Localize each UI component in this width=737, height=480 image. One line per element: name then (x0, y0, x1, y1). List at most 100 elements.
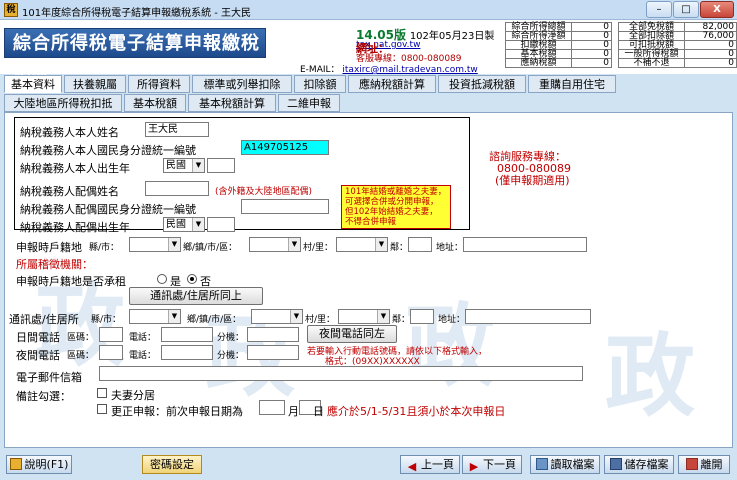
reg-county-select[interactable]: ▼ (129, 237, 181, 252)
app-icon: 稅 (4, 3, 18, 17)
reg-address-input[interactable] (463, 237, 587, 252)
remarks-label: 備註勾選： (16, 390, 71, 403)
email-field-input[interactable] (99, 366, 583, 381)
spouse-era-select[interactable]: 民國 ▼ (163, 217, 205, 232)
mail-address-input[interactable] (465, 309, 591, 324)
spouse-birth-label: 納稅義務人配偶出生年 (20, 221, 130, 234)
night-area-input[interactable] (99, 345, 123, 360)
chevron-down-icon: ▼ (375, 238, 387, 251)
taxpayer-name-input[interactable]: 王大民 (145, 122, 209, 137)
era-value: 民國 (166, 160, 186, 171)
mail-neighbor-input[interactable] (410, 309, 434, 324)
spouse-separate-label: 夫妻分居 (111, 389, 155, 402)
prev-page-button[interactable]: ◀ 上一頁 (400, 455, 460, 474)
marriage-notice: 101年結婚或離婚之夫妻， 可選擇合併或分開申報， 但102年始結婚之夫妻， 不… (341, 185, 451, 229)
day-phone-label: 日間電話 (16, 331, 60, 344)
tab-basic-info[interactable]: 基本資料 (4, 75, 62, 93)
reg-addr-label: 申報時戶籍地 (16, 241, 82, 254)
prev-label: 上一頁 (421, 458, 454, 471)
help-button[interactable]: 說明(F1) (6, 455, 72, 474)
tab-deductions[interactable]: 扣除額 (294, 75, 346, 93)
rent-no-radio[interactable] (187, 274, 197, 284)
summary-value: 0 (684, 58, 737, 68)
read-file-button[interactable]: 讀取檔案 (530, 455, 600, 474)
title-bar: 稅 101年度綜合所得稅電子結算申報繳稅系統 - 王大民 – □ X (0, 0, 737, 20)
reg-town-select[interactable]: ▼ (249, 237, 301, 252)
night-ext-input[interactable] (247, 345, 299, 360)
spouse-birth-year-input[interactable] (207, 217, 235, 232)
tab-basic-tax-calc[interactable]: 基本稅額計算 (188, 94, 276, 112)
night-phone-input[interactable] (161, 345, 213, 360)
tab-basic-tax[interactable]: 基本稅額 (124, 94, 186, 112)
night-phone-label: 夜間電話 (16, 349, 60, 362)
chevron-down-icon: ▼ (168, 310, 180, 323)
reg-county-label: 縣/市： (89, 243, 120, 253)
help-label: 說明(F1) (24, 458, 69, 471)
correction-note: 應介於5/1-5/31且須小於本次申報日 (327, 405, 506, 418)
tab-dependents[interactable]: 扶養親屬 (64, 75, 126, 93)
same-address-button[interactable]: 通訊處/住居所同上 (129, 287, 263, 305)
day-phone-num-label: 電話： (129, 333, 157, 343)
password-button[interactable]: 密碼設定 (142, 455, 202, 474)
spouse-id-label: 納稅義務人配偶國民身分證統一編號 (20, 203, 196, 216)
spouse-id-input[interactable] (241, 199, 329, 214)
taxpayer-birth-year-input[interactable] (207, 158, 235, 173)
mail-town-select[interactable]: ▼ (251, 309, 303, 324)
exit-button[interactable]: 離開 (678, 455, 730, 474)
read-label: 讀取檔案 (550, 458, 595, 471)
open-file-icon (535, 458, 548, 470)
day-ext-label: 分機： (217, 333, 245, 343)
tab-tax-calculation[interactable]: 應納稅額計算 (348, 75, 436, 93)
mail-addr-label: 通訊處/住居所 (9, 313, 79, 326)
taxpayer-id-input[interactable]: A149705125 (241, 140, 329, 155)
rent-question: 申報時戶籍地是否承租 (16, 275, 126, 288)
notice-line: 不得合併申報 (345, 217, 397, 227)
spouse-name-input[interactable] (145, 181, 209, 196)
summary-table-left: 綜合所得總額 0 綜合所得淨額 0 扣繳稅額 0 基本稅額 0 應納稅額 0 (505, 22, 612, 68)
minimize-button[interactable]: – (646, 1, 672, 18)
notice-line: 可選擇合併或分開申報， (345, 197, 439, 207)
tab-mainland-credit[interactable]: 大陸地區所得稅扣抵 (4, 94, 122, 112)
tab-income[interactable]: 所得資料 (128, 75, 190, 93)
email-link[interactable]: itaxirc@mail.tradevan.com.tw (342, 65, 477, 75)
correction-month-label: 月 (288, 405, 299, 418)
day-area-input[interactable] (99, 327, 123, 342)
version-date: 102年05月23日製 (409, 31, 495, 42)
arrow-right-icon: ▶ (469, 460, 479, 473)
taxpayer-era-select[interactable]: 民國 ▼ (163, 158, 205, 173)
tab-deduction-type[interactable]: 標準或列舉扣除 (192, 75, 292, 93)
day-ext-input[interactable] (247, 327, 299, 342)
day-area-label: 區碼： (67, 333, 95, 343)
basic-info-panel: 政 政 政 政 納稅義務人本人姓名 王大民 納稅義務人本人國民身分證統一編號 A… (4, 112, 733, 448)
correction-checkbox[interactable] (97, 404, 107, 414)
footer-toolbar: 說明(F1) 密碼設定 ◀ 上一頁 ▶ 下一頁 讀取檔案 儲存檔案 離開 (0, 450, 737, 480)
summary-table-right: 全部免稅額 82,000 全部扣除額 76,000 可扣抵稅額 0 一般所得稅額 0 不… (618, 22, 737, 68)
app-logo: 綜合所得稅電子結算申報繳稅系統 (4, 28, 266, 84)
correction-label: 更正申報：前次申報日期為 (111, 405, 243, 418)
reg-neighbor-input[interactable] (408, 237, 432, 252)
spouse-name-note: (含外籍及大陸地區配偶) (215, 187, 313, 197)
maximize-button[interactable]: □ (673, 1, 699, 18)
reg-neighbor-label: 鄰： (390, 243, 409, 253)
reg-village-select[interactable]: ▼ (336, 237, 388, 252)
next-page-button[interactable]: ▶ 下一頁 (462, 455, 522, 474)
night-phone-num-label: 電話： (129, 351, 157, 361)
tab-investment-credit[interactable]: 投資抵減稅額 (438, 75, 526, 93)
save-file-button[interactable]: 儲存檔案 (604, 455, 674, 474)
spouse-separate-checkbox[interactable] (97, 388, 107, 398)
rent-yes-radio[interactable] (157, 274, 167, 284)
close-button[interactable]: X (700, 1, 734, 18)
mail-village-label: 村/里： (305, 315, 336, 325)
reg-town-label: 鄉/鎮/市/區： (183, 243, 238, 253)
reg-address-label: 地址： (436, 243, 464, 253)
mail-village-select[interactable]: ▼ (338, 309, 390, 324)
taxpayer-box: 納稅義務人本人姓名 王大民 納稅義務人本人國民身分證統一編號 A14970512… (14, 117, 470, 234)
night-phone-same-button[interactable]: 夜間電話同左 (307, 325, 397, 343)
chevron-down-icon: ▼ (290, 310, 302, 323)
tab-2d-barcode[interactable]: 二維申報 (278, 94, 340, 112)
correction-month-input[interactable] (259, 400, 285, 415)
taxpayer-id-label: 納稅義務人本人國民身分證統一編號 (20, 144, 196, 157)
tab-home-repurchase[interactable]: 重購自用住宅 (528, 75, 616, 93)
day-phone-input[interactable] (161, 327, 213, 342)
mail-county-select[interactable]: ▼ (129, 309, 181, 324)
